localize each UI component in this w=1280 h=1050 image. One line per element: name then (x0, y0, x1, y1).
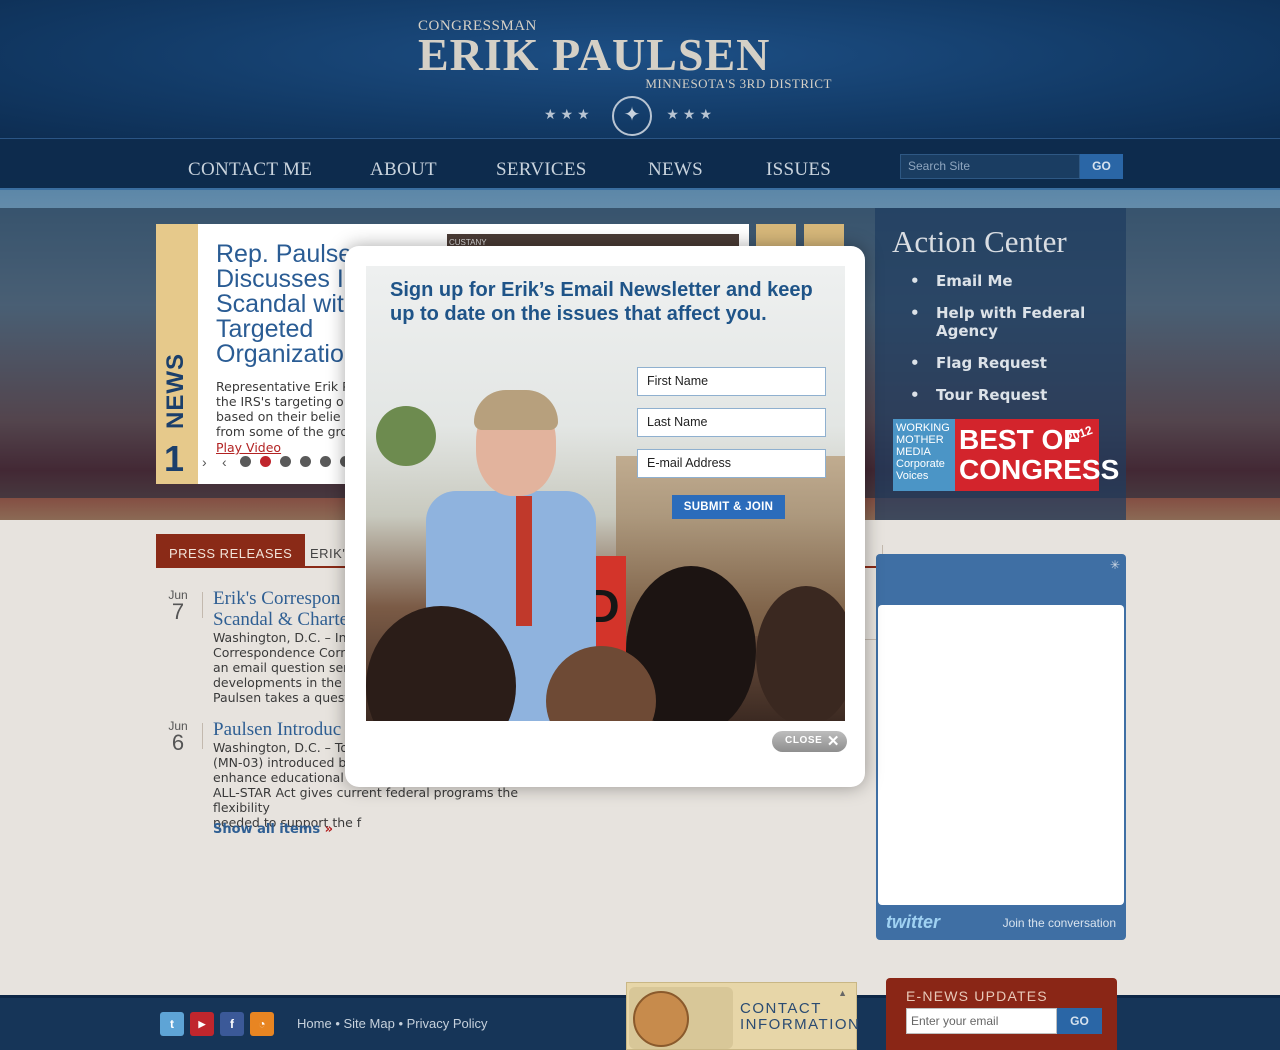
modal-heading: Sign up for Erik’s Email Newsletter and … (390, 279, 813, 325)
site-header: CONGRESSMAN ERIK PAULSEN MINNESOTA'S 3RD… (0, 0, 1280, 138)
submit-join-button[interactable]: SUBMIT & JOIN (672, 495, 785, 519)
facebook-icon[interactable]: f (220, 1012, 244, 1036)
footer-separator: • (398, 1016, 403, 1031)
search-go-button[interactable]: GO (1080, 154, 1123, 179)
date-divider (202, 723, 203, 749)
action-list: Email Me Help with Federal Agency Flag R… (910, 272, 1110, 418)
contact-title: CONTACT INFORMATION (740, 1000, 861, 1033)
contact-information-box[interactable]: CONTACT INFORMATION ▲ (626, 982, 861, 1050)
pager-dot[interactable] (320, 456, 331, 467)
close-label: CLOSE (785, 735, 823, 746)
date-divider (202, 592, 203, 618)
stars-right: ★★★ (666, 106, 716, 122)
enews-go-button[interactable]: GO (1057, 1008, 1102, 1034)
nav-contact-me[interactable]: CONTACT ME (188, 159, 312, 181)
twitter-logo[interactable]: twitter (886, 912, 940, 933)
action-center: Action Center Email Me Help with Federal… (875, 208, 1126, 520)
action-center-title: Action Center (892, 224, 1067, 259)
last-name-field[interactable]: Last Name (637, 408, 826, 437)
slider-tab: NEWS 1 (156, 224, 198, 484)
main-nav: CONTACT ME ABOUT SERVICES NEWS ISSUES Se… (0, 138, 1280, 190)
pager-prev-icon[interactable]: ‹ (222, 454, 227, 470)
logo-name: ERIK PAULSEN (418, 29, 771, 80)
nav-news[interactable]: NEWS (648, 159, 703, 181)
join-conversation-link[interactable]: Join the conversation (1003, 916, 1116, 930)
action-email-me[interactable]: Email Me (910, 272, 1110, 290)
play-video-link[interactable]: Play Video (216, 440, 281, 455)
twitter-icon[interactable]: t (160, 1012, 184, 1036)
eagle-seal-icon: ✦ (612, 96, 652, 136)
pager-dot-active[interactable] (260, 456, 271, 467)
nav-issues[interactable]: ISSUES (766, 159, 831, 181)
close-icon: ✕ (826, 733, 840, 750)
email-field[interactable]: E-mail Address (637, 449, 826, 478)
footer-links: Home • Site Map • Privacy Policy (297, 1016, 488, 1031)
nav-about[interactable]: ABOUT (370, 159, 437, 181)
twitter-feed[interactable] (878, 605, 1124, 905)
badge-main: BEST OF CONGRESS (959, 424, 1120, 485)
show-all-items-link[interactable]: Show all items » (213, 822, 333, 837)
footer-home-link[interactable]: Home (297, 1016, 332, 1031)
enews-signup: E-NEWS UPDATES Enter your email GO (886, 978, 1117, 1050)
seal-row: ★★★ ✦ ★★★ (540, 96, 720, 136)
loading-spinner-icon: ✳ (1109, 558, 1120, 572)
footer-privacy-link[interactable]: Privacy Policy (407, 1016, 488, 1031)
item-day: 6 (171, 730, 185, 755)
pager-dot[interactable] (240, 456, 251, 467)
pager-dot[interactable] (300, 456, 311, 467)
newsletter-modal: EAD Sign up for Erik’s Email Newsletter … (345, 246, 865, 787)
state-seal-icon (633, 991, 689, 1047)
show-all-arrow: » (324, 822, 334, 837)
item-date: Jun 6 (156, 719, 200, 755)
badge-left: WORKING MOTHER MEDIA Corporate Voices (893, 419, 955, 491)
stars-left: ★★★ (544, 106, 594, 122)
enews-title: E-NEWS UPDATES (906, 988, 1048, 1004)
action-federal-agency[interactable]: Help with Federal Agency (910, 304, 1110, 340)
show-all-label: Show all items (213, 822, 321, 837)
slider-side-tab[interactable] (756, 224, 796, 248)
action-tour-request[interactable]: Tour Request (910, 386, 1110, 404)
pager-dot[interactable] (280, 456, 291, 467)
action-flag-request[interactable]: Flag Request (910, 354, 1110, 372)
modal-close-button[interactable]: CLOSE ✕ (772, 731, 847, 752)
modal-photo: EAD Sign up for Erik’s Email Newsletter … (366, 266, 845, 721)
logo-district: MINNESOTA'S 3RD DISTRICT (645, 76, 832, 91)
expand-up-icon[interactable]: ▲ (838, 988, 847, 998)
child-figure (756, 586, 845, 721)
nav-services[interactable]: SERVICES (496, 159, 587, 181)
slider-side-tab[interactable] (804, 224, 844, 248)
item-date: Jun 7 (156, 588, 200, 624)
slider-number: 1 (164, 438, 185, 479)
tie-shape (516, 496, 532, 626)
footer-separator: • (335, 1016, 340, 1031)
tab-press-releases[interactable]: PRESS RELEASES (156, 534, 306, 568)
youtube-icon[interactable]: ▶ (190, 1012, 214, 1036)
best-of-congress-badge[interactable]: WORKING MOTHER MEDIA Corporate Voices BE… (893, 419, 1119, 491)
search-input[interactable]: Search Site (900, 154, 1080, 179)
first-name-field[interactable]: First Name (637, 367, 826, 396)
site-logo[interactable]: CONGRESSMAN ERIK PAULSEN MINNESOTA'S 3RD… (418, 18, 848, 91)
twitter-widget: ✳ twitter Join the conversation (876, 554, 1126, 940)
slider-tab-label: NEWS (162, 353, 189, 429)
item-day: 7 (171, 599, 185, 624)
enews-email-input[interactable]: Enter your email (906, 1008, 1057, 1034)
hair-shape (474, 390, 558, 430)
rss-icon[interactable]: ◔ (250, 1012, 274, 1036)
footer-sitemap-link[interactable]: Site Map (344, 1016, 395, 1031)
pager-next-icon[interactable]: › (202, 454, 207, 470)
